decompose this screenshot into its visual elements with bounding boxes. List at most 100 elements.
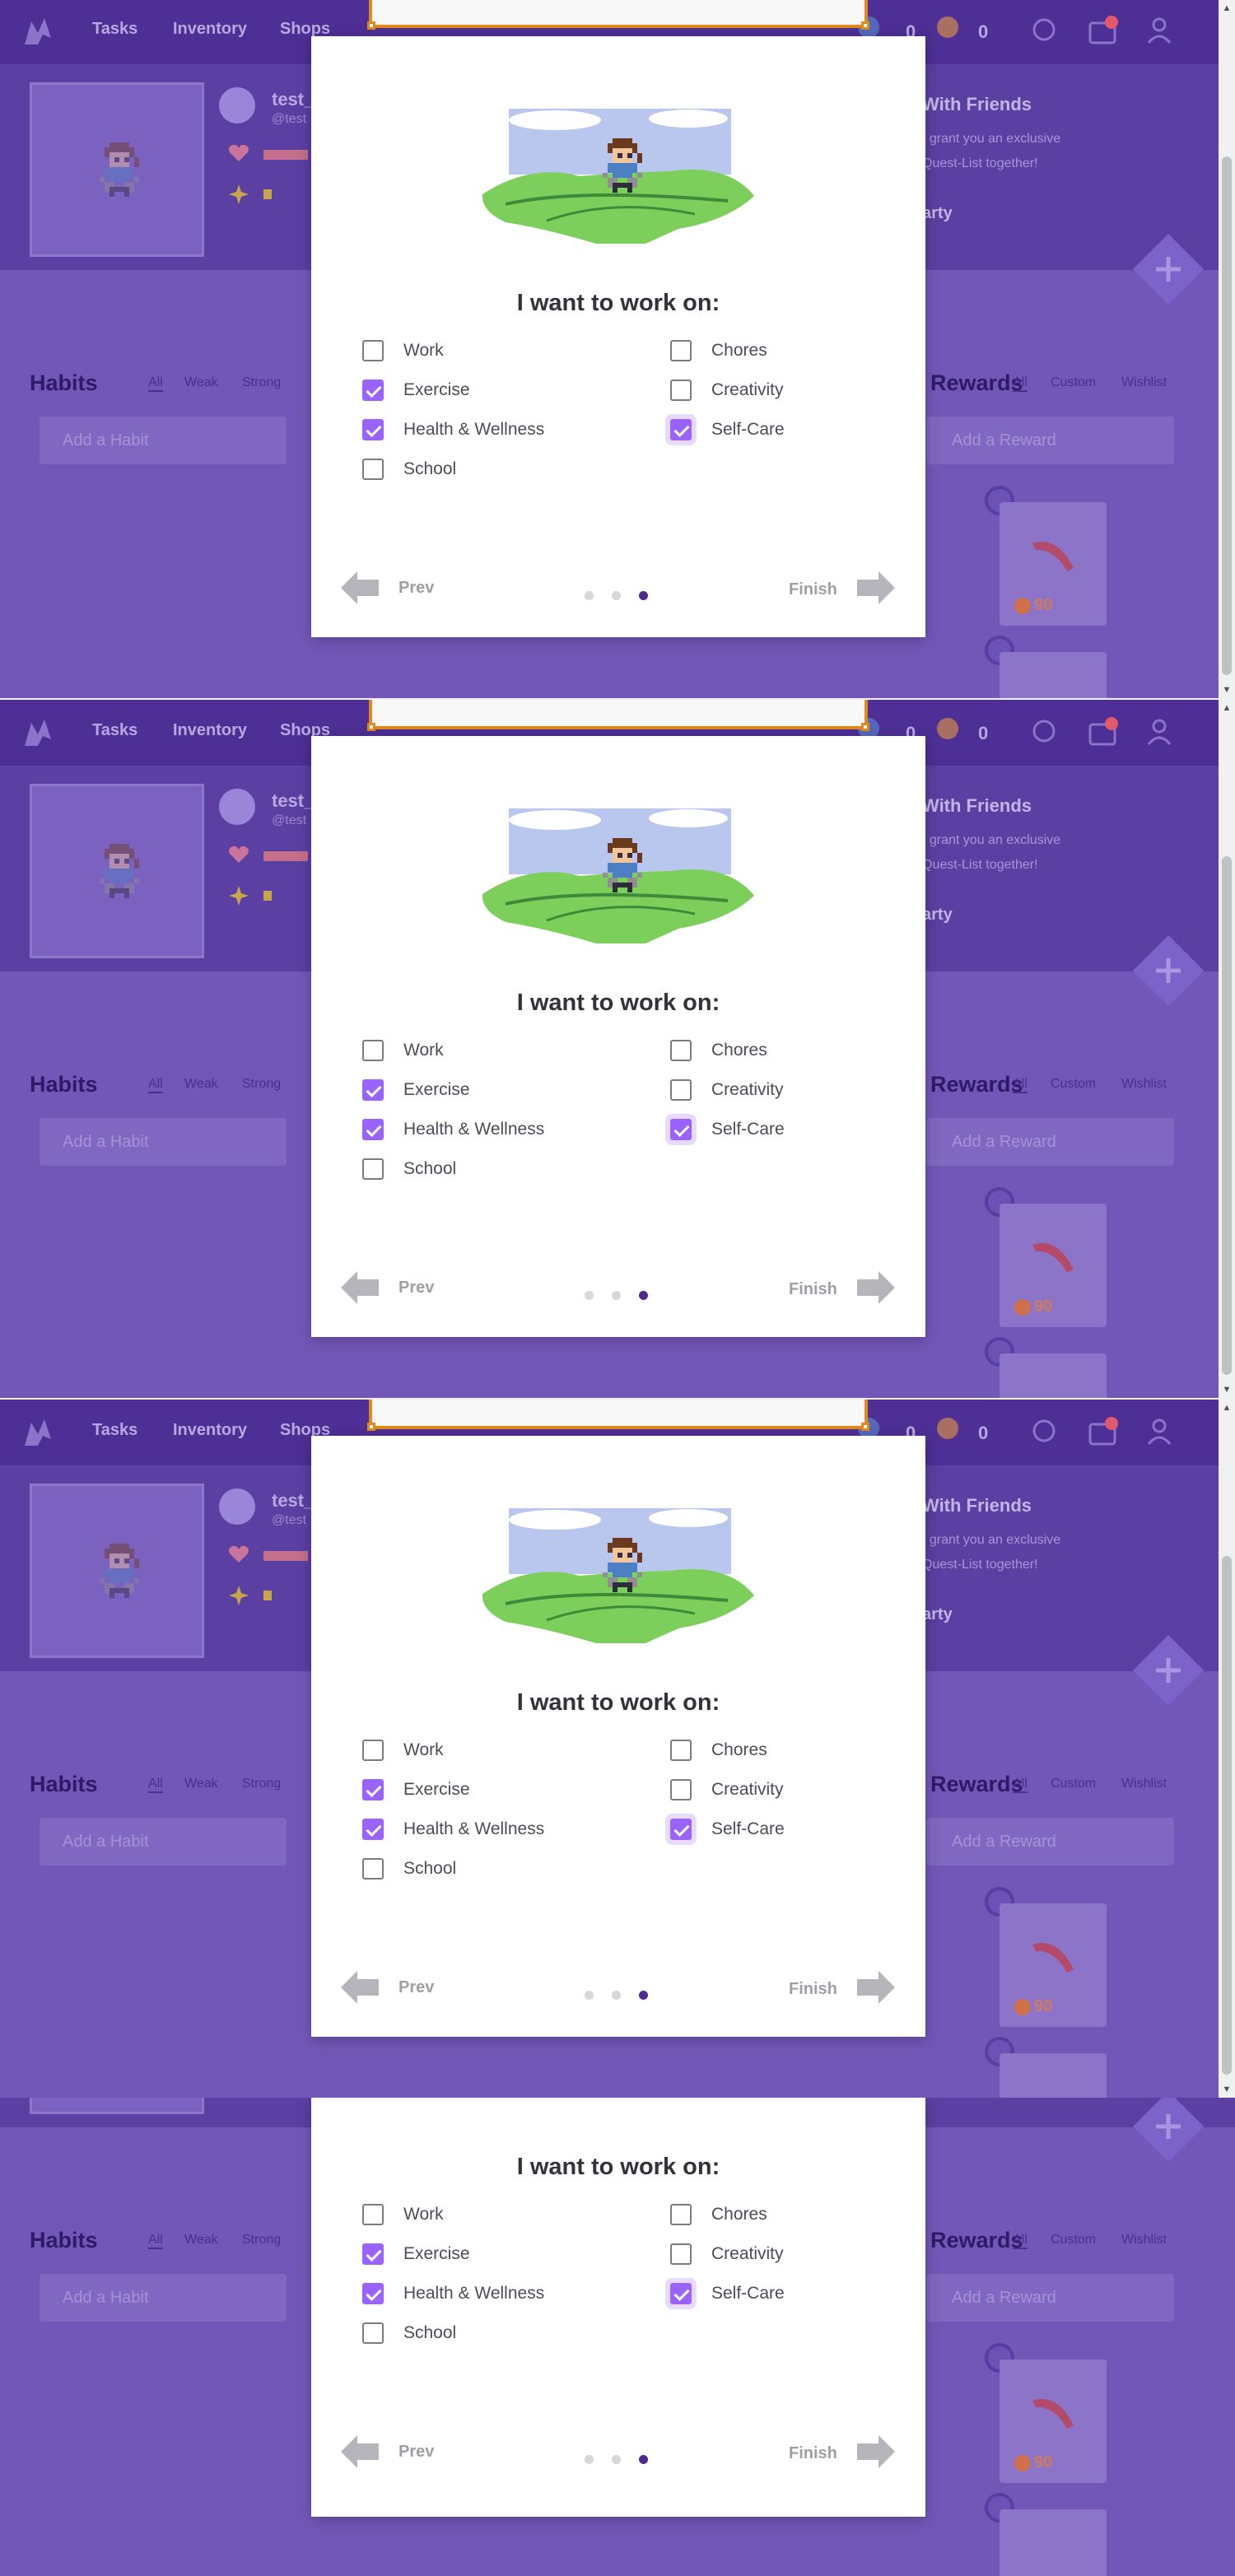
checkbox-health-wellness[interactable] — [362, 1119, 384, 1140]
scroll-up-arrow[interactable]: ▲ — [1222, 3, 1232, 13]
checkbox-chores[interactable] — [670, 2204, 692, 2225]
checkbox-self-care[interactable] — [670, 419, 692, 440]
reward-item[interactable] — [1000, 1353, 1107, 1398]
checkbox-self-care[interactable] — [670, 1819, 692, 1840]
checkbox-health-wellness[interactable] — [362, 419, 384, 440]
add-reward-input[interactable]: Add a Reward — [927, 2274, 1174, 2322]
scroll-thumb[interactable] — [1222, 1556, 1232, 2075]
goal-option-exercise[interactable]: Exercise — [362, 1078, 470, 1102]
checkbox-exercise[interactable] — [362, 2243, 384, 2265]
add-habit-input[interactable]: Add a Habit — [40, 1118, 287, 1166]
goal-option-work[interactable]: Work — [362, 1738, 444, 1763]
step-dot[interactable] — [639, 1291, 648, 1300]
gryphon-logo-icon[interactable] — [20, 13, 56, 49]
checkbox-exercise[interactable] — [362, 380, 384, 401]
rewards-filter-wishlist[interactable]: Wishlist — [1121, 2233, 1167, 2248]
goal-option-self-care[interactable]: Self-Care — [670, 1817, 785, 1842]
checkbox-self-care[interactable] — [670, 1119, 692, 1140]
finish-button[interactable]: Finish — [789, 2434, 897, 2474]
avatar[interactable] — [30, 2098, 204, 2114]
goal-option-work[interactable]: Work — [362, 338, 444, 363]
user-icon[interactable] — [1144, 716, 1177, 749]
scroll-down-arrow[interactable]: ▼ — [1222, 2085, 1232, 2094]
checkbox-school[interactable] — [362, 1858, 384, 1880]
add-reward-input[interactable]: Add a Reward — [927, 1818, 1174, 1866]
habits-filter-all[interactable]: All — [148, 375, 163, 392]
rewards-filter-custom[interactable]: Custom — [1051, 1077, 1096, 1092]
rewards-filter-wishlist[interactable]: Wishlist — [1121, 375, 1167, 390]
step-dot[interactable] — [612, 2455, 621, 2464]
goal-option-creativity[interactable]: Creativity — [670, 1078, 784, 1102]
goal-option-health-wellness[interactable]: Health & Wellness — [362, 1817, 544, 1842]
goal-option-school[interactable]: School — [362, 2321, 456, 2345]
goal-option-exercise[interactable]: Exercise — [362, 1777, 470, 1802]
nav-inventory[interactable]: Inventory — [173, 721, 247, 740]
scroll-down-arrow[interactable]: ▼ — [1222, 1385, 1232, 1395]
rewards-filter-custom[interactable]: Custom — [1051, 1777, 1096, 1791]
step-dot[interactable] — [585, 2455, 594, 2464]
sync-icon[interactable] — [1029, 1416, 1062, 1449]
habits-filter-strong[interactable]: Strong — [242, 1077, 281, 1092]
checkbox-work[interactable] — [362, 2204, 384, 2225]
prev-button[interactable]: Prev — [339, 2434, 434, 2470]
habits-filter-weak[interactable]: Weak — [184, 1777, 218, 1791]
avatar[interactable] — [30, 1484, 204, 1658]
goal-option-school[interactable]: School — [362, 1856, 456, 1881]
step-dot[interactable] — [612, 1291, 621, 1300]
goal-option-health-wellness[interactable]: Health & Wellness — [362, 1117, 544, 1142]
goal-option-self-care[interactable]: Self-Care — [670, 1117, 785, 1142]
goal-option-creativity[interactable]: Creativity — [670, 378, 784, 403]
rewards-filter-all[interactable]: All — [1013, 1777, 1028, 1793]
reward-item[interactable]: 90 — [1000, 2359, 1107, 2483]
goal-option-work[interactable]: Work — [362, 1038, 444, 1063]
scrollbar[interactable]: ▲ ▼ — [1219, 700, 1235, 1398]
goal-option-creativity[interactable]: Creativity — [670, 2242, 784, 2266]
rewards-filter-custom[interactable]: Custom — [1051, 375, 1096, 390]
habits-filter-strong[interactable]: Strong — [242, 375, 281, 390]
goal-option-exercise[interactable]: Exercise — [362, 2242, 470, 2266]
rewards-filter-all[interactable]: All — [1013, 2233, 1028, 2249]
step-dot[interactable] — [612, 591, 621, 600]
rewards-filter-all[interactable]: All — [1013, 1077, 1028, 1093]
scroll-up-arrow[interactable]: ▲ — [1222, 703, 1232, 713]
reward-item[interactable]: 90 — [1000, 1204, 1107, 1327]
reward-item[interactable]: 90 — [1000, 502, 1107, 626]
step-dot[interactable] — [612, 1991, 621, 2000]
rewards-filter-all[interactable]: All — [1013, 375, 1028, 392]
rewards-filter-custom[interactable]: Custom — [1051, 2233, 1096, 2248]
step-dot[interactable] — [639, 1991, 648, 2000]
add-reward-input[interactable]: Add a Reward — [927, 417, 1174, 464]
checkbox-health-wellness[interactable] — [362, 1819, 384, 1840]
goal-option-self-care[interactable]: Self-Care — [670, 2281, 785, 2306]
scrollbar[interactable]: ▲ ▼ — [1219, 0, 1235, 698]
add-habit-input[interactable]: Add a Habit — [40, 2274, 287, 2322]
checkbox-exercise[interactable] — [362, 1779, 384, 1800]
nav-tasks[interactable]: Tasks — [92, 1421, 137, 1440]
gryphon-logo-icon[interactable] — [20, 1414, 56, 1451]
reward-item[interactable] — [1000, 652, 1107, 698]
prev-button[interactable]: Prev — [339, 1269, 434, 1306]
habits-filter-weak[interactable]: Weak — [184, 2233, 218, 2248]
user-icon[interactable] — [1144, 15, 1177, 48]
checkbox-chores[interactable] — [670, 340, 692, 361]
checkbox-exercise[interactable] — [362, 1079, 384, 1101]
goal-option-self-care[interactable]: Self-Care — [670, 417, 785, 442]
checkbox-creativity[interactable] — [670, 2243, 692, 2265]
habits-filter-all[interactable]: All — [148, 2233, 163, 2249]
sync-icon[interactable] — [1029, 15, 1062, 48]
goal-option-health-wellness[interactable]: Health & Wellness — [362, 2281, 544, 2306]
nav-tasks[interactable]: Tasks — [92, 20, 137, 39]
checkbox-work[interactable] — [362, 1040, 384, 1061]
checkbox-chores[interactable] — [670, 1740, 692, 1761]
rewards-filter-wishlist[interactable]: Wishlist — [1121, 1077, 1167, 1092]
habits-filter-strong[interactable]: Strong — [242, 1777, 281, 1791]
finish-button[interactable]: Finish — [789, 570, 897, 610]
goal-option-school[interactable]: School — [362, 457, 456, 482]
goal-option-chores[interactable]: Chores — [670, 1038, 767, 1063]
scroll-thumb[interactable] — [1222, 856, 1232, 1375]
notifications-icon[interactable] — [1087, 716, 1120, 749]
checkbox-creativity[interactable] — [670, 380, 692, 401]
habits-filter-weak[interactable]: Weak — [184, 1077, 218, 1092]
checkbox-creativity[interactable] — [670, 1079, 692, 1101]
nav-inventory[interactable]: Inventory — [173, 1421, 247, 1440]
